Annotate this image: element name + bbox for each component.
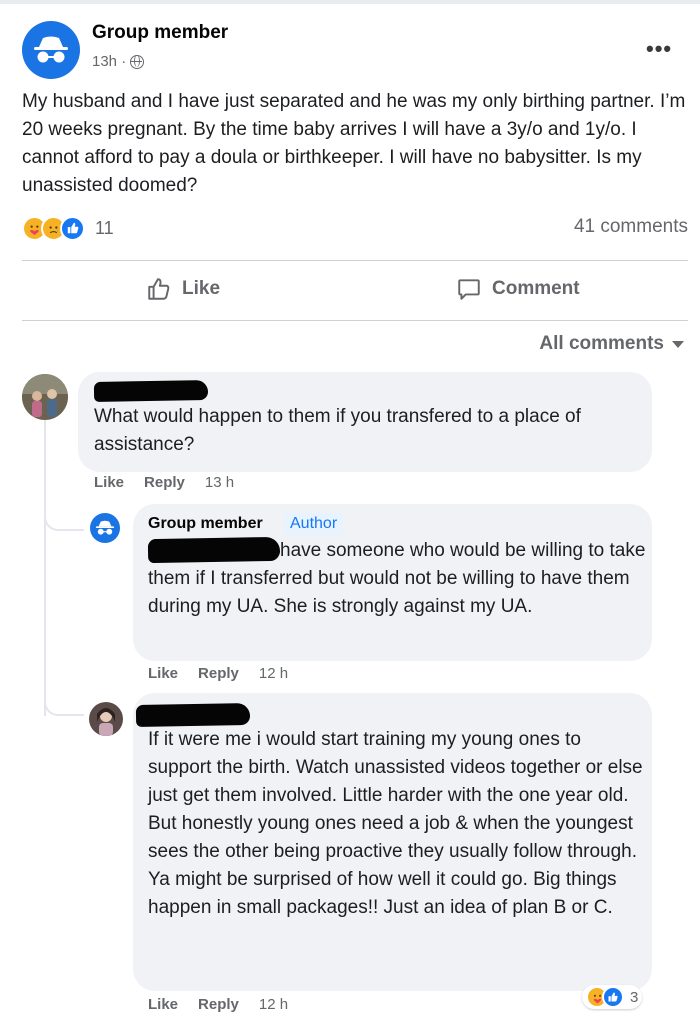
comment-reply-button[interactable]: Reply xyxy=(198,665,239,682)
reaction-count: 11 xyxy=(95,217,114,238)
more-options-button[interactable]: ••• xyxy=(646,36,672,62)
comment-reaction-summary[interactable]: 3 xyxy=(582,985,643,1009)
post-text: My husband and I have just separated and… xyxy=(22,91,686,196)
caret-down-icon xyxy=(672,340,684,348)
like-button[interactable]: Like xyxy=(146,276,220,302)
thumbs-up-icon xyxy=(148,278,170,300)
comment-reply-button[interactable]: Reply xyxy=(198,996,239,1013)
comment-button[interactable]: Comment xyxy=(456,276,580,302)
author-badge: Author xyxy=(284,513,344,535)
post-meta: 13h · xyxy=(92,53,145,70)
commenter-avatar[interactable] xyxy=(89,702,123,736)
like-emoji-icon xyxy=(60,215,85,241)
incognito-icon xyxy=(34,36,68,63)
globe-icon xyxy=(130,54,145,69)
comment-reaction-count: 3 xyxy=(630,988,639,1006)
post-author-name[interactable]: Group member xyxy=(92,22,228,44)
anonymous-avatar[interactable] xyxy=(22,21,80,79)
comment-actions: Like Reply 12 h xyxy=(148,665,288,682)
comment-author-name[interactable]: Group member xyxy=(148,515,263,533)
thread-branch xyxy=(44,505,84,531)
redacted-name xyxy=(93,380,209,402)
post-time[interactable]: 13h · xyxy=(92,53,126,70)
all-comments-filter[interactable]: All comments xyxy=(539,333,684,355)
like-label: Like xyxy=(182,278,221,299)
comment-like-button[interactable]: Like xyxy=(94,474,124,491)
comment-label: Comment xyxy=(492,278,580,299)
comment-bubble-icon xyxy=(458,279,480,300)
thread-line xyxy=(44,420,46,716)
comment-actions: Like Reply 13 h xyxy=(94,474,234,491)
incognito-icon xyxy=(95,520,115,535)
commenter-avatar[interactable] xyxy=(22,374,68,420)
comment-time[interactable]: 12 h xyxy=(259,665,288,682)
comment-text: What would happen to them if you transfe… xyxy=(94,406,581,455)
all-comments-label: All comments xyxy=(539,333,664,354)
comment-text: have someone who would be willing to tak… xyxy=(148,540,646,617)
comment-text: If it were me i would start training my … xyxy=(148,729,643,918)
top-border xyxy=(0,0,700,4)
anonymous-avatar[interactable] xyxy=(90,513,120,543)
comment-like-button[interactable]: Like xyxy=(148,665,178,682)
comment-like-button[interactable]: Like xyxy=(148,996,178,1013)
like-emoji-icon xyxy=(602,986,624,1008)
comment-actions: Like Reply 12 h xyxy=(148,996,288,1013)
thread-branch xyxy=(44,690,84,716)
comment-time[interactable]: 13 h xyxy=(205,474,234,491)
comment-time[interactable]: 12 h xyxy=(259,996,288,1013)
divider xyxy=(22,320,688,321)
divider xyxy=(22,260,688,261)
comments-count-link[interactable]: 41 comments xyxy=(574,216,688,238)
reaction-summary[interactable]: 11 xyxy=(22,215,114,241)
redacted-name xyxy=(135,703,251,727)
comment-reply-button[interactable]: Reply xyxy=(144,474,185,491)
